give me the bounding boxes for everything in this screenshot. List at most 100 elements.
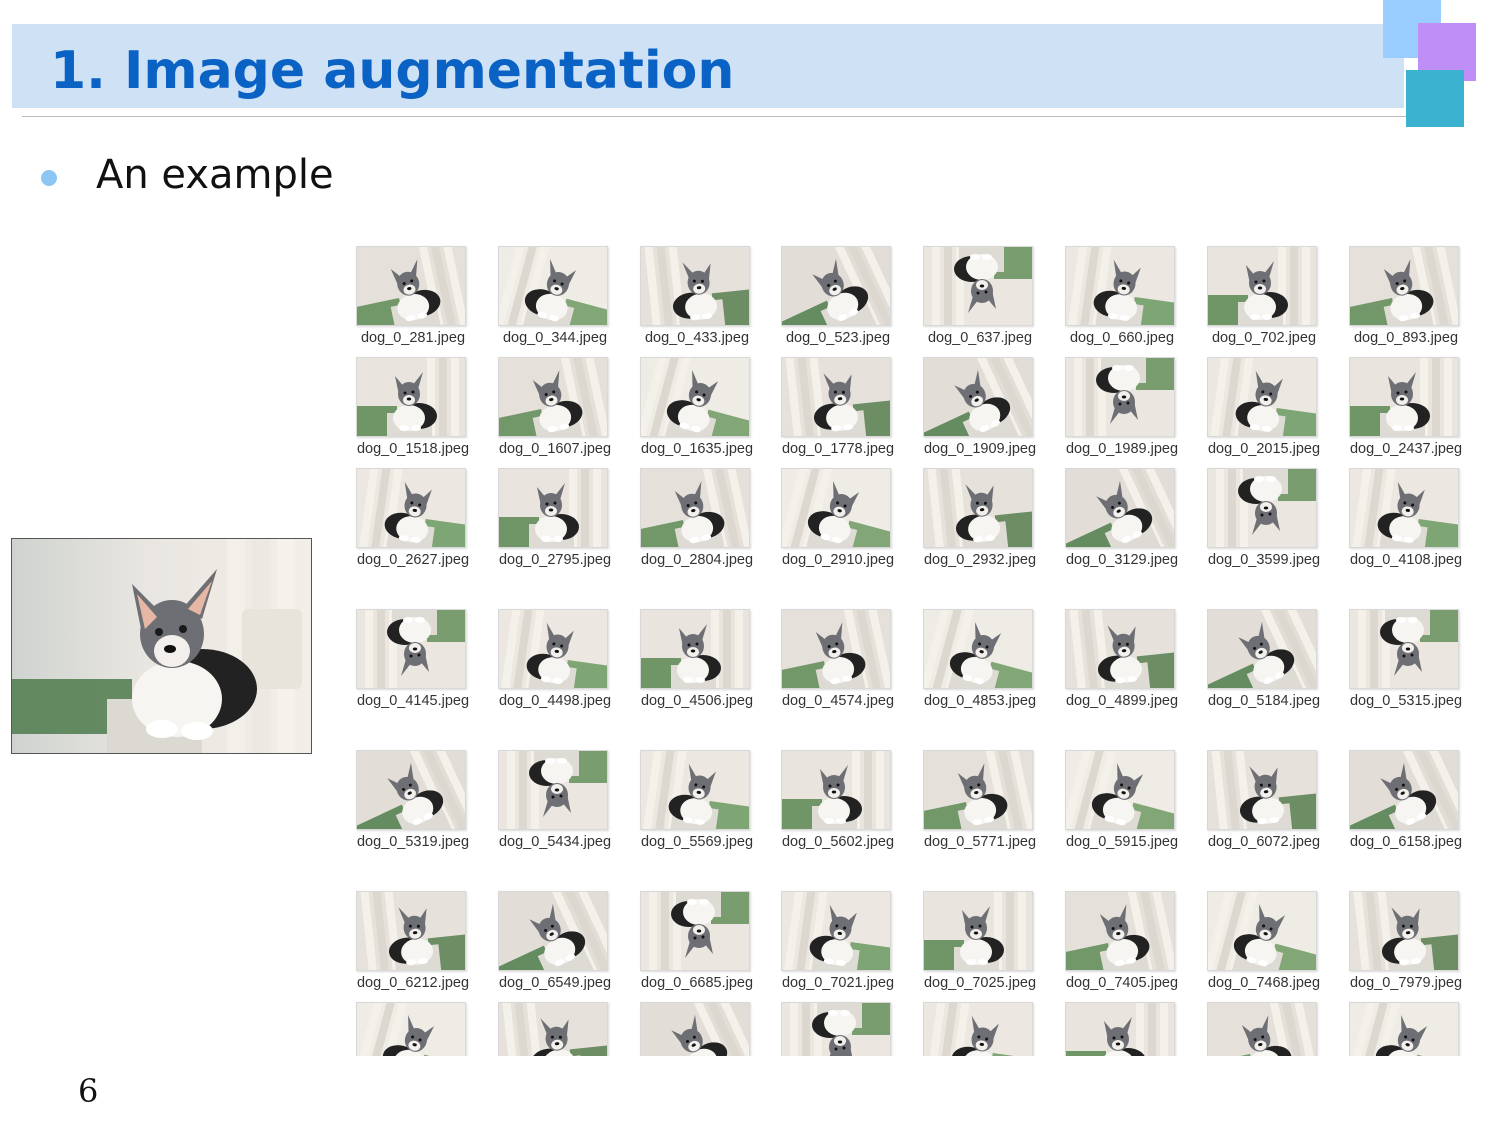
thumbnail-item[interactable] bbox=[917, 996, 1043, 1056]
bullet-text: An example bbox=[96, 152, 334, 198]
thumbnail-item[interactable] bbox=[775, 996, 901, 1056]
thumbnail-item[interactable] bbox=[350, 996, 476, 1056]
thumbnail-item[interactable]: dog_0_3129.jpeg bbox=[1059, 462, 1185, 572]
dog-thumbnail-icon bbox=[924, 892, 1032, 970]
thumbnail-image bbox=[923, 750, 1033, 830]
thumbnail-filename: dog_0_2804.jpeg bbox=[640, 552, 754, 568]
thumbnail-image bbox=[1065, 468, 1175, 548]
thumbnail-image bbox=[356, 609, 466, 689]
thumbnail-item[interactable] bbox=[492, 996, 618, 1056]
thumbnail-item[interactable]: dog_0_1778.jpeg bbox=[775, 351, 901, 461]
thumbnail-item[interactable]: dog_0_344.jpeg bbox=[492, 240, 618, 350]
thumbnail-image bbox=[640, 246, 750, 326]
dog-thumbnail-icon bbox=[782, 469, 890, 547]
thumbnail-image bbox=[1349, 609, 1459, 689]
dog-thumbnail-icon bbox=[1066, 247, 1174, 325]
thumbnail-item[interactable]: dog_0_7468.jpeg bbox=[1201, 885, 1327, 995]
thumbnail-item[interactable]: dog_0_1635.jpeg bbox=[634, 351, 760, 461]
dog-thumbnail-icon bbox=[641, 469, 749, 547]
thumbnail-item[interactable]: dog_0_6685.jpeg bbox=[634, 885, 760, 995]
thumbnail-item[interactable]: dog_0_4498.jpeg bbox=[492, 603, 618, 713]
thumbnail-item[interactable]: dog_0_1909.jpeg bbox=[917, 351, 1043, 461]
thumbnail-item[interactable]: dog_0_637.jpeg bbox=[917, 240, 1043, 350]
thumbnail-item[interactable]: dog_0_4145.jpeg bbox=[350, 603, 476, 713]
thumbnail-item[interactable]: dog_0_5434.jpeg bbox=[492, 744, 618, 854]
thumbnail-item[interactable]: dog_0_4574.jpeg bbox=[775, 603, 901, 713]
thumbnail-filename: dog_0_637.jpeg bbox=[927, 330, 1033, 346]
dog-thumbnail-icon bbox=[1066, 1003, 1174, 1056]
dog-thumbnail-icon bbox=[1350, 892, 1458, 970]
thumbnail-item[interactable]: dog_0_2437.jpeg bbox=[1343, 351, 1469, 461]
thumbnail-image bbox=[498, 609, 608, 689]
thumbnail-filename: dog_0_4498.jpeg bbox=[498, 693, 612, 709]
thumbnail-item[interactable]: dog_0_7021.jpeg bbox=[775, 885, 901, 995]
thumbnail-item[interactable]: dog_0_5184.jpeg bbox=[1201, 603, 1327, 713]
dog-thumbnail-icon bbox=[1208, 610, 1316, 688]
thumbnail-item[interactable]: dog_0_2015.jpeg bbox=[1201, 351, 1327, 461]
thumbnail-item[interactable]: dog_0_2932.jpeg bbox=[917, 462, 1043, 572]
thumbnail-item[interactable]: dog_0_6212.jpeg bbox=[350, 885, 476, 995]
thumbnail-item[interactable]: dog_0_6072.jpeg bbox=[1201, 744, 1327, 854]
thumbnail-item[interactable]: dog_0_5315.jpeg bbox=[1343, 603, 1469, 713]
dog-thumbnail-icon bbox=[499, 247, 607, 325]
thumbnail-filename: dog_0_1778.jpeg bbox=[781, 441, 895, 457]
dog-thumbnail-icon bbox=[357, 751, 465, 829]
thumbnail-image bbox=[498, 891, 608, 971]
thumbnail-item[interactable]: dog_0_7979.jpeg bbox=[1343, 885, 1469, 995]
thumbnail-item[interactable] bbox=[1201, 996, 1327, 1056]
thumbnail-item[interactable]: dog_0_2795.jpeg bbox=[492, 462, 618, 572]
thumbnail-filename: dog_0_5915.jpeg bbox=[1065, 834, 1179, 850]
dog-thumbnail-icon bbox=[1066, 469, 1174, 547]
thumbnail-item[interactable]: dog_0_4853.jpeg bbox=[917, 603, 1043, 713]
dog-thumbnail-icon bbox=[499, 1003, 607, 1056]
thumbnail-item[interactable] bbox=[1343, 996, 1469, 1056]
thumbnail-item[interactable]: dog_0_5569.jpeg bbox=[634, 744, 760, 854]
thumbnail-item[interactable]: dog_0_5915.jpeg bbox=[1059, 744, 1185, 854]
thumbnail-item[interactable]: dog_0_4108.jpeg bbox=[1343, 462, 1469, 572]
thumbnail-item[interactable]: dog_0_6549.jpeg bbox=[492, 885, 618, 995]
thumbnail-image bbox=[923, 891, 1033, 971]
thumbnail-item[interactable]: dog_0_2804.jpeg bbox=[634, 462, 760, 572]
thumbnail-filename: dog_0_281.jpeg bbox=[360, 330, 466, 346]
thumbnail-item[interactable]: dog_0_2627.jpeg bbox=[350, 462, 476, 572]
thumbnail-item[interactable]: dog_0_5771.jpeg bbox=[917, 744, 1043, 854]
thumbnail-item[interactable]: dog_0_702.jpeg bbox=[1201, 240, 1327, 350]
thumbnail-filename: dog_0_6212.jpeg bbox=[356, 975, 470, 991]
thumbnail-image bbox=[356, 468, 466, 548]
thumbnail-item[interactable]: dog_0_1607.jpeg bbox=[492, 351, 618, 461]
thumbnail-filename: dog_0_2015.jpeg bbox=[1207, 441, 1321, 457]
thumbnail-item[interactable]: dog_0_2910.jpeg bbox=[775, 462, 901, 572]
thumbnail-item[interactable]: dog_0_281.jpeg bbox=[350, 240, 476, 350]
thumbnail-item[interactable]: dog_0_3599.jpeg bbox=[1201, 462, 1327, 572]
thumbnail-item[interactable]: dog_0_433.jpeg bbox=[634, 240, 760, 350]
thumbnail-item[interactable]: dog_0_1989.jpeg bbox=[1059, 351, 1185, 461]
dog-thumbnail-icon bbox=[1350, 1003, 1458, 1056]
thumbnail-item[interactable]: dog_0_4506.jpeg bbox=[634, 603, 760, 713]
thumbnail-image bbox=[1207, 750, 1317, 830]
dog-thumbnail-icon bbox=[1208, 247, 1316, 325]
dog-thumbnail-icon bbox=[1350, 610, 1458, 688]
thumbnail-item[interactable]: dog_0_5602.jpeg bbox=[775, 744, 901, 854]
thumbnail-item[interactable]: dog_0_523.jpeg bbox=[775, 240, 901, 350]
thumbnail-item[interactable]: dog_0_7025.jpeg bbox=[917, 885, 1043, 995]
thumbnail-item[interactable]: dog_0_7405.jpeg bbox=[1059, 885, 1185, 995]
dog-thumbnail-icon bbox=[499, 892, 607, 970]
dog-thumbnail-icon bbox=[1208, 751, 1316, 829]
thumbnail-image bbox=[498, 468, 608, 548]
thumbnail-image bbox=[640, 1002, 750, 1056]
thumbnail-item[interactable] bbox=[634, 996, 760, 1056]
thumbnail-item[interactable]: dog_0_1518.jpeg bbox=[350, 351, 476, 461]
thumbnail-item[interactable]: dog_0_660.jpeg bbox=[1059, 240, 1185, 350]
thumbnail-item[interactable]: dog_0_893.jpeg bbox=[1343, 240, 1469, 350]
thumbnail-item[interactable]: dog_0_4899.jpeg bbox=[1059, 603, 1185, 713]
dog-thumbnail-icon bbox=[1066, 892, 1174, 970]
decor-square-teal bbox=[1406, 70, 1464, 127]
thumbnail-item[interactable] bbox=[1059, 996, 1185, 1056]
thumbnail-filename: dog_0_6685.jpeg bbox=[640, 975, 754, 991]
bullet-dot-icon bbox=[41, 170, 57, 186]
dog-thumbnail-icon bbox=[499, 358, 607, 436]
thumbnail-item[interactable]: dog_0_6158.jpeg bbox=[1343, 744, 1469, 854]
thumbnail-filename: dog_0_4853.jpeg bbox=[923, 693, 1037, 709]
thumbnail-filename: dog_0_1518.jpeg bbox=[356, 441, 470, 457]
thumbnail-item[interactable]: dog_0_5319.jpeg bbox=[350, 744, 476, 854]
